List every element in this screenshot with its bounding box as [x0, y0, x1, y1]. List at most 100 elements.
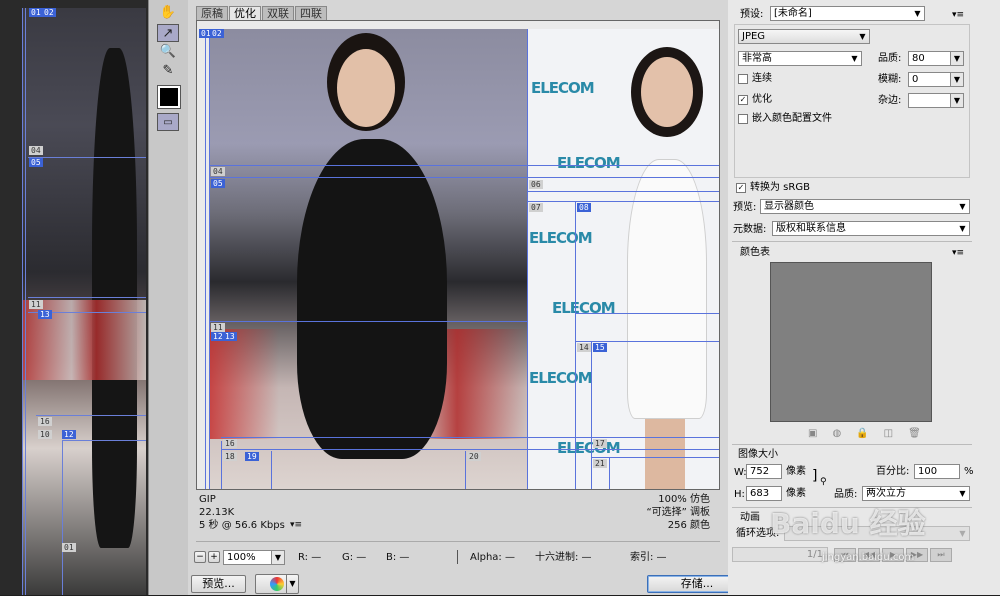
web-snap-icon[interactable]: ◍	[832, 428, 856, 439]
photo-right-woman: ELECOM ELECOM ELECOM ELECOM ELECOM ELECO…	[527, 29, 719, 489]
percent-unit: %	[964, 466, 974, 477]
chevron-down-icon: ▼	[956, 487, 969, 500]
color-table-swatches[interactable]	[770, 262, 932, 422]
tab-2-up[interactable]: 双联	[262, 6, 294, 20]
slice-label[interactable]: 21	[593, 459, 607, 468]
slice-label[interactable]: 02	[210, 29, 224, 38]
chain-link-icon[interactable]: ⚲	[820, 476, 827, 488]
color-table-menu-icon[interactable]: ▾≡	[952, 247, 964, 259]
preset-select[interactable]: [未命名] ▼	[770, 6, 925, 21]
zoom-in-button[interactable]: +	[208, 551, 220, 563]
slice-label[interactable]: 05	[211, 179, 225, 188]
height-input[interactable]: 683	[746, 486, 782, 501]
optimized-checkbox[interactable]: ✓	[738, 95, 748, 105]
slice-label[interactable]: 02	[42, 8, 56, 17]
preview-select[interactable]: 显示器颜色 ▼	[760, 199, 970, 214]
slice-label[interactable]: 14	[577, 343, 591, 352]
slice-label[interactable]: 19	[245, 452, 259, 461]
resample-label: 品质:	[834, 489, 858, 500]
slice-label[interactable]: 04	[211, 167, 225, 176]
eyedropper-tool-icon[interactable]: ✎	[157, 62, 179, 80]
slice-line	[221, 449, 719, 450]
convert-srgb-checkbox[interactable]: ✓	[736, 183, 746, 193]
blur-label: 模糊:	[878, 74, 902, 85]
slice-line	[209, 165, 719, 166]
metadata-select[interactable]: 版权和联系信息 ▼	[772, 221, 970, 236]
quality-level-value: 非常高	[742, 53, 772, 64]
slice-label[interactable]: 16	[38, 417, 52, 426]
slice-line	[36, 415, 146, 416]
slice-label[interactable]: 17	[593, 439, 607, 448]
alpha-readout: Alpha: —	[470, 552, 515, 563]
width-input[interactable]: 752	[746, 464, 782, 479]
slice-label[interactable]: 11	[29, 300, 43, 309]
new-color-icon[interactable]: ◫	[884, 428, 908, 439]
preview-button[interactable]: 预览...	[191, 575, 246, 593]
progressive-checkbox[interactable]	[738, 74, 748, 84]
map-color-icon[interactable]: ▣	[808, 428, 832, 439]
speed-menu-icon[interactable]: ▾≡	[290, 520, 302, 531]
slice-label[interactable]: 06	[529, 180, 543, 189]
toggle-slices-icon[interactable]: ▭	[157, 113, 179, 131]
zoom-tool-icon[interactable]: 🔍	[157, 43, 179, 61]
width-unit: 像素	[786, 466, 806, 477]
chevron-down-icon: ▼	[956, 200, 969, 213]
quality-input[interactable]: 80 ▼	[908, 51, 964, 66]
tab-optimized[interactable]: 优化	[229, 6, 261, 20]
chevron-down-icon: ▼	[271, 551, 284, 564]
slice-label[interactable]: 13	[223, 332, 237, 341]
matte-select[interactable]: ▼	[908, 93, 964, 108]
browser-preview-button[interactable]: ▼	[255, 574, 299, 594]
slice-label[interactable]: 04	[29, 146, 43, 155]
divider	[732, 444, 972, 445]
tab-4-up[interactable]: 四联	[295, 6, 327, 20]
slice-label[interactable]: 13	[38, 310, 52, 319]
resample-select[interactable]: 两次立方 ▼	[862, 486, 970, 501]
color-table-header[interactable]: 颜色表	[740, 247, 770, 259]
woman-head	[337, 49, 395, 127]
slice-line	[609, 457, 610, 489]
slice-line	[22, 8, 23, 595]
slice-label[interactable]: 18	[223, 452, 237, 461]
slice-label[interactable]: 10	[38, 430, 52, 439]
hex-readout: 十六进制: —	[535, 552, 592, 563]
tab-original[interactable]: 原稿	[196, 6, 228, 20]
tool-strip: ✋ ↗ 🔍 ✎ ▭	[148, 0, 188, 595]
dither-readout: 100% 仿色	[658, 494, 710, 505]
blur-input[interactable]: 0 ▼	[908, 72, 964, 87]
slice-label[interactable]: 05	[29, 158, 43, 167]
palette-readout: “可选择” 调板	[646, 507, 710, 518]
slice-select-tool-icon[interactable]: ↗	[157, 24, 179, 42]
slice-label[interactable]: 16	[223, 439, 237, 448]
slice-label[interactable]: 08	[577, 203, 591, 212]
lock-color-icon[interactable]: 🔒	[856, 428, 883, 439]
eyedropper-color-swatch[interactable]	[157, 85, 181, 109]
zoom-out-button[interactable]: −	[194, 551, 206, 563]
matte-label: 杂边:	[878, 95, 902, 106]
quality-level-select[interactable]: 非常高 ▼	[738, 51, 862, 66]
embed-profile-checkbox[interactable]	[738, 114, 748, 124]
zoom-level-value: 100%	[227, 552, 256, 563]
preset-value: [未命名]	[774, 8, 812, 19]
slice-label[interactable]: 11	[211, 323, 225, 332]
format-select[interactable]: JPEG ▼	[738, 29, 870, 44]
percent-input[interactable]: 100	[914, 464, 960, 479]
slice-label[interactable]: 07	[529, 203, 543, 212]
slice-label[interactable]: 20	[467, 452, 481, 461]
view-tabs: 原稿 优化 双联 四联	[196, 6, 328, 20]
delete-color-icon[interactable]: 🗑	[908, 428, 936, 439]
panel-menu-icon[interactable]: ▾≡	[952, 9, 964, 21]
slice-label[interactable]: 15	[593, 343, 607, 352]
color-table-tools: ▣◍🔒◫🗑	[808, 428, 936, 439]
hand-tool-icon[interactable]: ✋	[157, 4, 179, 22]
slice-label[interactable]: 12	[62, 430, 76, 439]
optimized-label: 优化	[752, 94, 772, 105]
slice-line	[575, 341, 719, 342]
zoom-level-select[interactable]: 100% ▼	[223, 550, 285, 565]
slice-label[interactable]: 01	[29, 8, 43, 17]
slice-label[interactable]: 01	[62, 543, 76, 552]
image-preview-canvas[interactable]: ELECOM ELECOM ELECOM ELECOM ELECOM ELECO…	[196, 20, 720, 490]
last-frame-icon[interactable]: ⏭	[930, 548, 952, 562]
animation-header[interactable]: 动画	[740, 512, 760, 524]
image-size-header[interactable]: 图像大小	[738, 449, 778, 461]
